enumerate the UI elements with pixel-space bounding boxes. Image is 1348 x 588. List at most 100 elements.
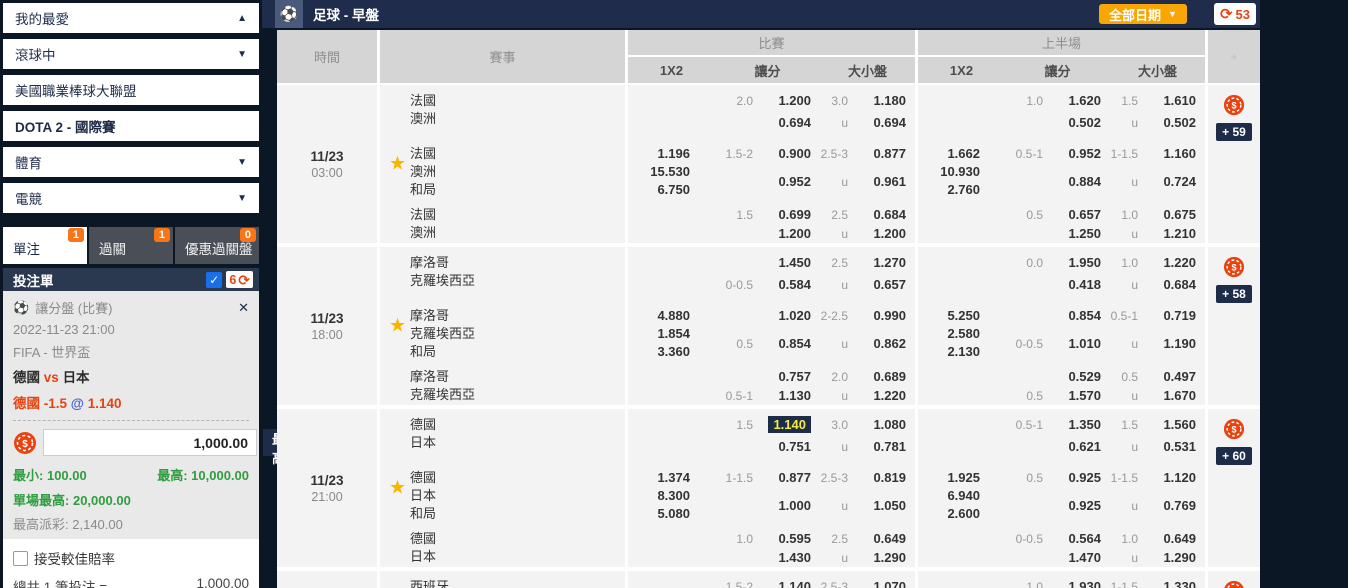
odds-value[interactable]: 0.952	[761, 173, 811, 201]
odds-value[interactable]: 0.751	[761, 438, 811, 460]
refresh-countdown[interactable]: ⟳ 53	[1213, 3, 1256, 25]
odds-value[interactable]: 6.940	[947, 487, 980, 505]
odds-value[interactable]: 0.595	[761, 530, 811, 549]
odds-value[interactable]: 0.649	[1146, 530, 1196, 549]
refresh-icon[interactable]: ⟳	[238, 273, 250, 287]
odds-value[interactable]: 0.900	[761, 145, 811, 173]
odds-value[interactable]: 0.990	[856, 307, 906, 335]
chip-icon[interactable]	[1223, 94, 1245, 116]
odds-value[interactable]: 1.200	[856, 225, 906, 244]
odds-value[interactable]: 0.418	[1051, 276, 1101, 298]
chip-icon[interactable]	[1223, 256, 1245, 278]
odds-value[interactable]: 5.080	[657, 505, 690, 523]
odds-value[interactable]: 0.884	[1051, 173, 1101, 201]
odds-value[interactable]: 1.930	[1051, 578, 1101, 588]
sidebar-item[interactable]: DOTA 2 - 國際賽	[3, 111, 259, 141]
odds-value[interactable]: 2.580	[947, 325, 980, 343]
odds-value[interactable]: 0.502	[1051, 114, 1101, 136]
odds-value[interactable]: 1.120	[1146, 469, 1196, 497]
odds-value[interactable]: 0.497	[1146, 368, 1196, 387]
odds-value[interactable]: 5.250	[947, 307, 980, 325]
accept-better-odds-checkbox[interactable]	[13, 550, 28, 566]
odds-value[interactable]: 1.450	[761, 254, 811, 276]
odds-value[interactable]: 0.502	[1146, 114, 1196, 136]
odds-value[interactable]: 0.684	[856, 206, 906, 225]
odds-value[interactable]: 1.070	[856, 578, 906, 588]
odds-value[interactable]: 1.220	[856, 387, 906, 406]
odds-value[interactable]: 1.270	[856, 254, 906, 276]
odds-value[interactable]: 1.180	[856, 92, 906, 114]
odds-value[interactable]: 1.925	[947, 469, 980, 487]
odds-value[interactable]: 1.190	[1146, 335, 1196, 363]
more-bets-button[interactable]: + 58	[1216, 285, 1252, 303]
odds-value[interactable]: 1.250	[1051, 225, 1101, 244]
odds-value[interactable]: 3.360	[657, 343, 690, 361]
odds-value[interactable]: 0.925	[1051, 497, 1101, 525]
odds-value[interactable]: 1.160	[1146, 145, 1196, 173]
odds-value[interactable]: 1.130	[761, 387, 811, 406]
sidebar-item[interactable]: 我的最愛 ▲	[3, 3, 259, 33]
odds-value[interactable]: 0.862	[856, 335, 906, 363]
odds-value[interactable]: 0.854	[1051, 307, 1101, 335]
betslip-checkbox[interactable]: ✓	[206, 271, 223, 288]
odds-value[interactable]: 1.210	[1146, 225, 1196, 244]
tab-優惠過關盤[interactable]: 優惠過關盤 0	[175, 227, 259, 264]
odds-value[interactable]: 1.662	[947, 145, 980, 163]
odds-value[interactable]: 0.689	[856, 368, 906, 387]
odds-value[interactable]: 0.649	[856, 530, 906, 549]
odds-value[interactable]: 0.564	[1051, 530, 1101, 549]
odds-value[interactable]: 0.694	[856, 114, 906, 136]
odds-value[interactable]: 15.530	[650, 163, 690, 181]
odds-value[interactable]: 1.350	[1051, 416, 1101, 438]
odds-value[interactable]: 2.760	[947, 181, 980, 199]
odds-value[interactable]: 1.620	[1051, 92, 1101, 114]
odds-value[interactable]: 0.621	[1051, 438, 1101, 460]
odds-value[interactable]: 1.950	[1051, 254, 1101, 276]
odds-value[interactable]: 1.220	[1146, 254, 1196, 276]
odds-value[interactable]: 1.020	[761, 307, 811, 335]
favorite-star-icon[interactable]: ★	[389, 477, 406, 500]
stake-input[interactable]	[43, 429, 257, 456]
odds-value[interactable]: 1.140	[761, 416, 811, 438]
sidebar-item[interactable]: 電競 ▼	[3, 183, 259, 213]
odds-value[interactable]: 6.750	[657, 181, 690, 199]
odds-value[interactable]: 1.854	[657, 325, 690, 343]
odds-value[interactable]: 1.374	[657, 469, 690, 487]
odds-value[interactable]: 1.610	[1146, 92, 1196, 114]
odds-value[interactable]: 8.300	[657, 487, 690, 505]
odds-value[interactable]: 1.200	[761, 92, 811, 114]
tab-單注[interactable]: 單注 1	[3, 227, 87, 264]
odds-value[interactable]: 1.670	[1146, 387, 1196, 406]
odds-value[interactable]: 1.010	[1051, 335, 1101, 363]
odds-value[interactable]: 2.600	[947, 505, 980, 523]
odds-value[interactable]: 2.130	[947, 343, 980, 361]
odds-value[interactable]: 1.570	[1051, 387, 1101, 406]
odds-value[interactable]: 1.000	[761, 497, 811, 525]
close-icon[interactable]: ✕	[238, 300, 249, 316]
odds-value[interactable]: 0.961	[856, 173, 906, 201]
odds-value[interactable]: 1.200	[761, 225, 811, 244]
odds-value[interactable]: 1.560	[1146, 416, 1196, 438]
odds-value[interactable]: 0.694	[761, 114, 811, 136]
odds-value[interactable]: 1.430	[761, 549, 811, 568]
chip-icon[interactable]	[1223, 580, 1245, 588]
odds-value[interactable]: 10.930	[940, 163, 980, 181]
odds-value[interactable]: 0.854	[761, 335, 811, 363]
tab-過關[interactable]: 過關 1	[89, 227, 173, 264]
odds-value[interactable]: 1.290	[1146, 549, 1196, 568]
odds-value[interactable]: 1.080	[856, 416, 906, 438]
odds-value[interactable]: 0.657	[856, 276, 906, 298]
odds-value[interactable]: 0.819	[856, 469, 906, 497]
odds-value[interactable]: 1.050	[856, 497, 906, 525]
more-bets-button[interactable]: + 60	[1216, 447, 1252, 465]
odds-value[interactable]: 1.330	[1146, 578, 1196, 588]
odds-value[interactable]: 1.470	[1051, 549, 1101, 568]
odds-value[interactable]: 0.724	[1146, 173, 1196, 201]
odds-value[interactable]: 0.699	[761, 206, 811, 225]
sidebar-item[interactable]: 美國職業棒球大聯盟	[3, 75, 259, 105]
odds-value[interactable]: 1.140	[761, 578, 811, 588]
odds-value[interactable]: 0.584	[761, 276, 811, 298]
sidebar-item[interactable]: 體育 ▼	[3, 147, 259, 177]
odds-value[interactable]: 0.877	[856, 145, 906, 173]
date-filter-button[interactable]: 全部日期 ▼	[1099, 4, 1187, 24]
